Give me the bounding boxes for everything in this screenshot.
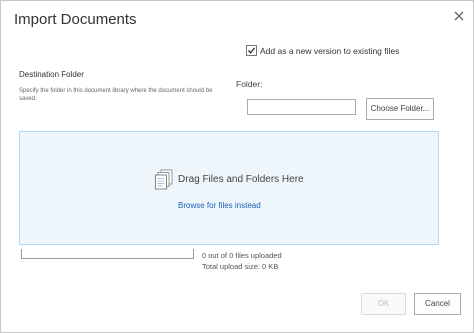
documents-icon bbox=[154, 168, 176, 195]
add-version-label: Add as a new version to existing files bbox=[260, 45, 400, 56]
dialog-title: Import Documents bbox=[14, 11, 137, 28]
checkmark-icon bbox=[247, 47, 256, 54]
import-documents-dialog: Import Documents Add as a new version to… bbox=[0, 0, 474, 333]
ok-button[interactable]: OK bbox=[361, 293, 406, 315]
add-version-option[interactable]: Add as a new version to existing files bbox=[246, 45, 399, 56]
browse-files-link[interactable]: Browse for files instead bbox=[178, 201, 261, 210]
destination-heading: Destination Folder bbox=[19, 70, 84, 79]
folder-label: Folder: bbox=[236, 79, 263, 89]
upload-progress-bar bbox=[21, 249, 194, 259]
drop-instruction: Drag Files and Folders Here bbox=[178, 174, 304, 185]
drop-zone[interactable]: Drag Files and Folders Here Browse for f… bbox=[19, 131, 439, 245]
folder-input[interactable] bbox=[247, 99, 356, 115]
destination-description: Specify the folder in this document libr… bbox=[19, 88, 213, 102]
add-version-checkbox[interactable] bbox=[246, 45, 257, 56]
total-upload-size: Total upload size: 0 KB bbox=[202, 262, 279, 271]
close-icon[interactable] bbox=[452, 9, 466, 23]
files-uploaded-status: 0 out of 0 files uploaded bbox=[202, 251, 282, 260]
choose-folder-button[interactable]: Choose Folder... bbox=[366, 98, 434, 120]
cancel-button[interactable]: Cancel bbox=[414, 293, 461, 315]
